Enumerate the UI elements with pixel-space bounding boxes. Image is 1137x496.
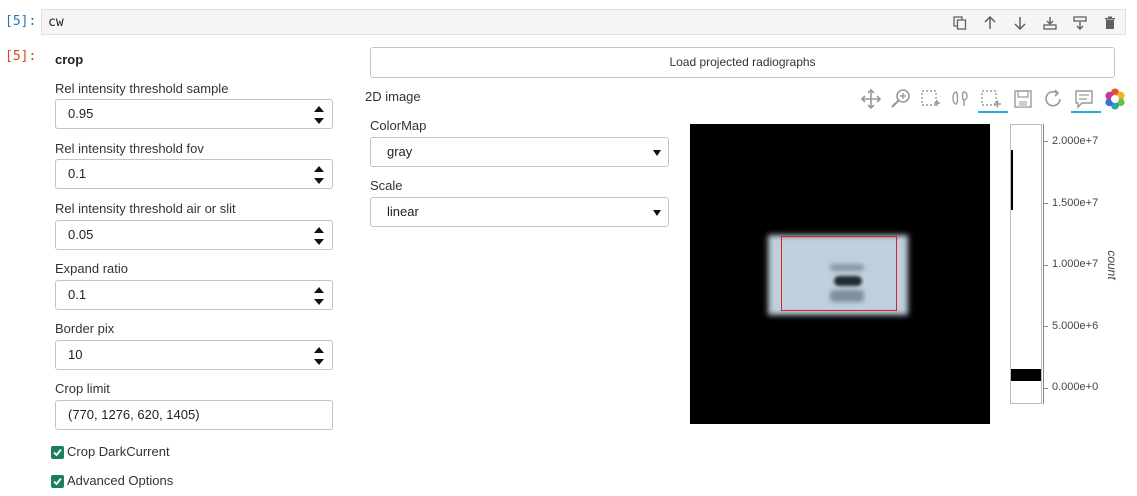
decrement-icon[interactable]	[314, 359, 324, 365]
expand-ratio-input[interactable]: 0.1	[55, 280, 333, 310]
field-label-crop-limit: Crop limit	[55, 381, 110, 396]
pan-icon[interactable]	[859, 87, 883, 111]
output-prompt: [5]:	[5, 49, 37, 64]
box-zoom-icon[interactable]	[919, 87, 943, 111]
threshold-fov-value: 0.1	[68, 166, 87, 181]
decrement-icon[interactable]	[314, 299, 324, 305]
delete-icon[interactable]	[1099, 12, 1121, 34]
threshold-air-input[interactable]: 0.05	[55, 220, 333, 250]
insert-below-icon[interactable]	[1069, 12, 1091, 34]
colorbar	[1010, 124, 1042, 404]
tick-label: 1.000e+7	[1052, 258, 1099, 270]
decrement-icon[interactable]	[314, 239, 324, 245]
increment-icon[interactable]	[314, 347, 324, 353]
active-tool-indicator	[1071, 111, 1101, 113]
bokeh-logo-icon[interactable]	[1103, 87, 1127, 111]
radiograph-image[interactable]	[690, 124, 990, 424]
field-label-threshold-fov: Rel intensity threshold fov	[55, 141, 204, 156]
load-radiographs-button[interactable]: Load projected radiographs	[370, 47, 1115, 78]
tick-label: 1.500e+7	[1052, 197, 1099, 209]
image-panel-title: 2D image	[365, 89, 421, 104]
field-label-border-pix: Border pix	[55, 321, 115, 336]
crop-rectangle[interactable]	[781, 236, 897, 311]
threshold-sample-value: 0.95	[68, 106, 94, 121]
increment-icon[interactable]	[314, 106, 324, 112]
advanced-options-label[interactable]: Advanced Options	[67, 473, 173, 488]
field-label-expand-ratio: Expand ratio	[55, 261, 128, 276]
increment-icon[interactable]	[314, 166, 324, 172]
threshold-sample-input[interactable]: 0.95	[55, 99, 333, 129]
crop-limit-value: (770, 1276, 620, 1405)	[68, 407, 200, 422]
tick-mark	[1043, 388, 1048, 389]
tick-mark	[1043, 203, 1048, 204]
colorbar-axis-line	[1043, 124, 1044, 404]
code-editor[interactable]: cw	[41, 9, 1126, 35]
tick-label: 0.000e+0	[1052, 381, 1099, 393]
box-edit-icon[interactable]	[979, 87, 1003, 111]
save-icon[interactable]	[1011, 87, 1035, 111]
colormap-label: ColorMap	[370, 118, 427, 133]
reset-icon[interactable]	[1041, 87, 1065, 111]
threshold-air-value: 0.05	[68, 227, 94, 242]
colorbar-band	[1011, 381, 1041, 403]
lasso-icon[interactable]	[949, 87, 973, 111]
border-pix-input[interactable]: 10	[55, 340, 333, 370]
move-up-icon[interactable]	[979, 12, 1001, 34]
expand-ratio-value: 0.1	[68, 287, 87, 302]
chevron-down-icon	[653, 150, 661, 156]
chevron-down-icon	[653, 210, 661, 216]
field-label-threshold-air: Rel intensity threshold air or slit	[55, 201, 236, 216]
tick-label: 5.000e+6	[1052, 320, 1099, 332]
scale-select[interactable]: linear	[370, 197, 669, 227]
duplicate-icon[interactable]	[949, 12, 971, 34]
colorbar-axis-label: count	[1105, 250, 1119, 280]
increment-icon[interactable]	[314, 287, 324, 293]
tick-mark	[1043, 326, 1048, 327]
active-tool-indicator	[978, 111, 1008, 113]
tick-label: 2.000e+7	[1052, 135, 1099, 147]
insert-above-icon[interactable]	[1039, 12, 1061, 34]
threshold-fov-input[interactable]: 0.1	[55, 159, 333, 189]
colormap-select[interactable]: gray	[370, 137, 669, 167]
crop-limit-field[interactable]: (770, 1276, 620, 1405)	[55, 400, 333, 430]
colorbar-band	[1011, 150, 1013, 210]
decrement-icon[interactable]	[314, 178, 324, 184]
section-title: crop	[55, 52, 84, 67]
colormap-value: gray	[387, 144, 413, 159]
scale-label: Scale	[370, 178, 403, 193]
border-pix-value: 10	[68, 347, 83, 362]
hover-icon[interactable]	[1072, 87, 1096, 111]
colorbar-band	[1011, 369, 1041, 381]
tick-mark	[1043, 141, 1048, 142]
advanced-options-checkbox[interactable]	[51, 475, 64, 488]
increment-icon[interactable]	[314, 227, 324, 233]
tick-mark	[1043, 265, 1048, 266]
scale-value: linear	[387, 204, 419, 219]
field-label-threshold-sample: Rel intensity threshold sample	[55, 81, 229, 96]
crop-darkcurrent-label[interactable]: Crop DarkCurrent	[67, 444, 170, 459]
crop-darkcurrent-checkbox[interactable]	[51, 446, 64, 459]
code-text: cw	[48, 15, 64, 30]
move-down-icon[interactable]	[1009, 12, 1031, 34]
wheel-zoom-icon[interactable]	[889, 87, 913, 111]
decrement-icon[interactable]	[314, 118, 324, 124]
input-prompt: [5]:	[5, 14, 37, 29]
